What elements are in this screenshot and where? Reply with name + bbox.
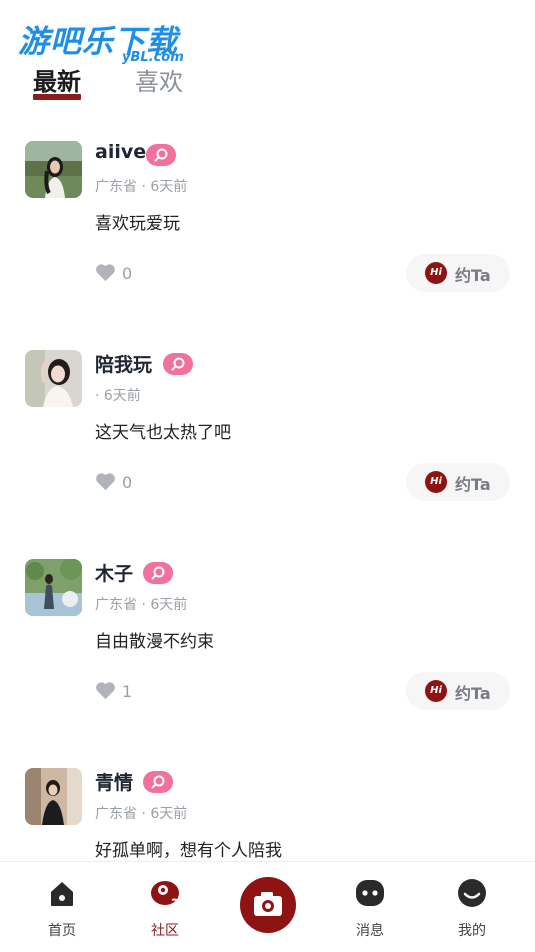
date-her-label: 约Ta (455, 266, 491, 285)
camera-post-button[interactable] (240, 877, 296, 933)
post-content: 这天气也太热了吧 (95, 423, 231, 443)
post-meta: 广东省 · 6天前 (95, 597, 188, 613)
post-meta: 广东省 · 6天前 (95, 806, 188, 822)
date-her-button[interactable]: Hi 约Ta (406, 463, 510, 501)
post-item: 陪我玩 · 6天前 这天气也太热了吧 0 Hi 约Ta (0, 350, 535, 550)
hi-chat-icon: Hi (425, 471, 447, 493)
messages-icon (356, 880, 384, 906)
user-name[interactable]: 木子 (95, 559, 133, 586)
heart-icon (96, 682, 115, 700)
community-eye-icon (151, 881, 179, 905)
avatar[interactable] (25, 768, 82, 825)
post-content: 自由散漫不约束 (95, 632, 214, 652)
heart-icon (96, 264, 115, 282)
tab-like[interactable]: 喜欢 (135, 62, 183, 97)
post-meta: 广东省 · 6天前 (95, 179, 188, 195)
user-name[interactable]: 陪我玩 (95, 350, 152, 377)
nav-mine[interactable]: 我的 (432, 862, 512, 952)
hi-chat-icon: Hi (425, 262, 447, 284)
bottom-nav: 首页 社区 消息 我的 (0, 861, 535, 952)
avatar[interactable] (25, 350, 82, 407)
avatar[interactable] (25, 141, 82, 198)
nav-community-label: 社区 (151, 923, 179, 939)
post-item: 木子 广东省 · 6天前 自由散漫不约束 1 Hi 约Ta (0, 559, 535, 759)
date-her-label: 约Ta (455, 475, 491, 494)
user-name[interactable]: aiive (95, 141, 146, 163)
like-button[interactable]: 0 (95, 263, 145, 285)
like-button[interactable]: 1 (95, 681, 145, 703)
like-button[interactable]: 0 (95, 472, 145, 494)
tab-latest-label: 最新 (33, 68, 81, 96)
nav-home[interactable]: 首页 (22, 862, 102, 952)
profile-smile-icon (458, 879, 486, 907)
nav-messages[interactable]: 消息 (330, 862, 410, 952)
date-her-button[interactable]: Hi 约Ta (406, 254, 510, 292)
date-her-button[interactable]: Hi 约Ta (406, 672, 510, 710)
watermark-logo: 游吧乐下载 yBL.com (18, 16, 193, 68)
heart-icon (96, 473, 115, 491)
hi-chat-icon: Hi (425, 680, 447, 702)
home-icon (51, 882, 73, 906)
search-badge-icon (143, 771, 173, 793)
user-name[interactable]: 青情 (95, 768, 133, 795)
tab-latest[interactable]: 最新 (33, 62, 81, 100)
post-meta: · 6天前 (95, 388, 141, 404)
nav-mine-label: 我的 (458, 923, 486, 939)
post-item: 青情 广东省 · 6天前 好孤单啊，想有个人陪我 (0, 768, 535, 861)
search-badge-icon (143, 562, 173, 584)
post-item: aiive 广东省 · 6天前 喜欢玩爱玩 0 Hi 约Ta (0, 141, 535, 341)
post-content: 喜欢玩爱玩 (95, 214, 180, 234)
nav-community[interactable]: 社区 (125, 862, 205, 952)
search-badge-icon (146, 144, 176, 166)
like-count: 0 (122, 264, 133, 283)
nav-messages-label: 消息 (356, 923, 384, 939)
search-badge-icon (163, 353, 193, 375)
nav-home-label: 首页 (48, 923, 76, 939)
avatar[interactable] (25, 559, 82, 616)
like-count: 1 (122, 682, 133, 701)
date-her-label: 约Ta (455, 684, 491, 703)
like-count: 0 (122, 473, 133, 492)
camera-icon (254, 892, 282, 916)
post-content: 好孤单啊，想有个人陪我 (95, 841, 282, 861)
